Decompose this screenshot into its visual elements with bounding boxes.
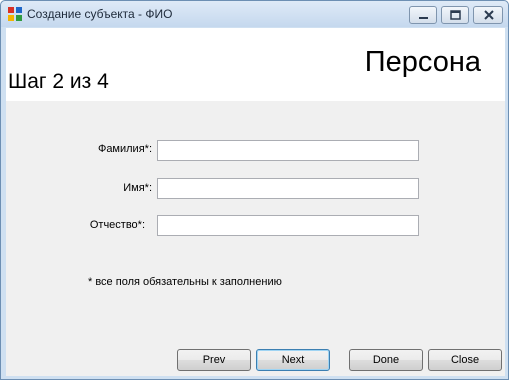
page-title: Персона bbox=[364, 46, 481, 78]
surname-field[interactable] bbox=[157, 140, 419, 161]
next-button[interactable]: Next bbox=[256, 349, 330, 371]
minimize-icon bbox=[419, 17, 428, 19]
step-indicator: Шаг 2 из 4 bbox=[8, 70, 109, 93]
close-window-button[interactable] bbox=[473, 6, 503, 24]
prev-button[interactable]: Prev bbox=[177, 349, 251, 371]
close-button[interactable]: Close bbox=[428, 349, 502, 371]
patronymic-label: Отчество*: bbox=[89, 219, 145, 231]
patronymic-field[interactable] bbox=[157, 215, 419, 236]
first-name-label: Имя*: bbox=[123, 182, 152, 194]
wizard-window: Создание субъекта - ФИО Персона Шаг 2 из… bbox=[0, 0, 509, 380]
surname-label: Фамилия*: bbox=[97, 143, 152, 155]
wizard-content: Персона Шаг 2 из 4 Фамилия*: Имя*: Отчес… bbox=[6, 28, 505, 376]
minimize-button[interactable] bbox=[409, 6, 437, 24]
done-button[interactable]: Done bbox=[349, 349, 423, 371]
close-icon bbox=[484, 10, 494, 20]
required-fields-note: * все поля обязательны к заполнению bbox=[88, 276, 282, 288]
maximize-icon bbox=[450, 10, 461, 20]
app-icon bbox=[8, 7, 22, 21]
maximize-button[interactable] bbox=[441, 6, 469, 24]
first-name-field[interactable] bbox=[157, 178, 419, 199]
title-bar[interactable]: Создание субъекта - ФИО bbox=[1, 1, 508, 27]
header-band: Персона Шаг 2 из 4 bbox=[6, 28, 505, 101]
window-title: Создание субъекта - ФИО bbox=[27, 7, 173, 21]
